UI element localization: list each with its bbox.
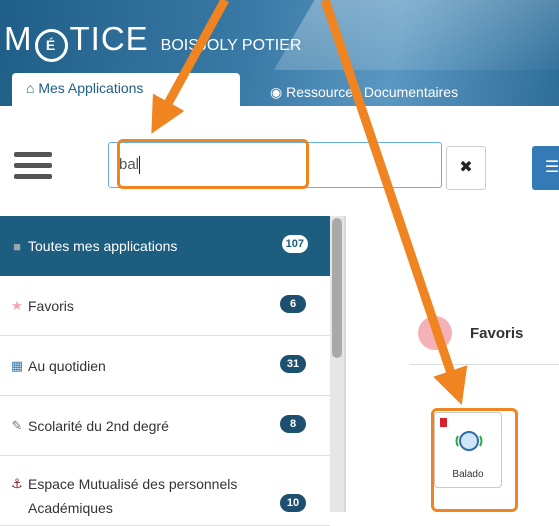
section-title: Favoris bbox=[470, 324, 524, 342]
category-sidebar: ■ Toutes mes applications 107 ★ Favoris … bbox=[0, 216, 340, 526]
sidebar-item-espace-mutualise[interactable]: ⚓ Espace Mutualisé des personnels Académ… bbox=[0, 456, 330, 526]
sidebar-item-label: Toutes mes applications bbox=[28, 238, 178, 254]
count-badge: 31 bbox=[280, 355, 306, 373]
favoris-section-header[interactable]: Favoris bbox=[410, 302, 559, 365]
portal-header: M É TICE BOISJOLY POTIER ⌂ Mes Applicati… bbox=[0, 0, 559, 106]
school-name: BOISJOLY POTIER bbox=[160, 37, 302, 54]
count-badge: 6 bbox=[280, 295, 306, 313]
favoris-dot-icon bbox=[418, 316, 452, 350]
main-tabs: ⌂ Mes Applications ◉ Ressources Document… bbox=[0, 70, 559, 106]
tab-label: Ressources Documentaires bbox=[286, 84, 459, 100]
view-toggle-button[interactable]: ☰ bbox=[532, 146, 559, 190]
home-icon: ⌂ bbox=[26, 80, 35, 96]
header-background-mountain bbox=[274, 0, 559, 70]
close-icon: ✖ bbox=[459, 159, 473, 176]
menu-toggle-icon[interactable] bbox=[14, 152, 52, 184]
sidebar-item-favoris[interactable]: ★ Favoris 6 bbox=[0, 276, 330, 336]
app-highlight-box bbox=[431, 408, 518, 512]
sidebar-item-toutes[interactable]: ■ Toutes mes applications 107 bbox=[0, 216, 330, 276]
tab-mes-applications[interactable]: ⌂ Mes Applications bbox=[12, 73, 240, 106]
sidebar-item-scolarite[interactable]: ✎ Scolarité du 2nd degré 8 bbox=[0, 396, 330, 456]
count-badge: 8 bbox=[280, 415, 306, 433]
star-icon: ★ bbox=[11, 297, 23, 313]
count-badge: 107 bbox=[281, 235, 308, 253]
logo-text-end: TICE bbox=[69, 20, 149, 57]
tab-ressources-documentaires[interactable]: ◉ Ressources Documentaires bbox=[270, 73, 458, 106]
tab-label: Mes Applications bbox=[38, 80, 144, 96]
logo-text-start: M bbox=[4, 20, 33, 57]
panel-divider bbox=[344, 216, 346, 512]
sidebar-item-label: Favoris bbox=[28, 297, 74, 314]
sidebar-item-au-quotidien[interactable]: ▦ Au quotidien 31 bbox=[0, 336, 330, 396]
sidebar-scrollbar-thumb[interactable] bbox=[332, 218, 342, 358]
count-badge: 10 bbox=[280, 494, 306, 512]
logo-circle-letter: É bbox=[34, 29, 68, 62]
site-logo[interactable]: M É TICE BOISJOLY POTIER bbox=[4, 20, 301, 62]
sidebar-item-label: Au quotidien bbox=[28, 357, 106, 374]
square-icon: ■ bbox=[13, 238, 21, 254]
edit-icon: ✎ bbox=[11, 417, 23, 433]
clear-search-button[interactable]: ✖ bbox=[446, 146, 486, 190]
search-highlight-box bbox=[117, 139, 309, 189]
sitemap-icon: ⚓ bbox=[11, 476, 23, 491]
target-icon: ◉ bbox=[270, 84, 283, 100]
sidebar-item-label: Scolarité du 2nd degré bbox=[28, 417, 169, 434]
calendar-icon: ▦ bbox=[10, 357, 24, 373]
list-icon: ☰ bbox=[544, 159, 559, 176]
sidebar-item-label: Espace Mutualisé des personnels Académiq… bbox=[28, 476, 238, 516]
